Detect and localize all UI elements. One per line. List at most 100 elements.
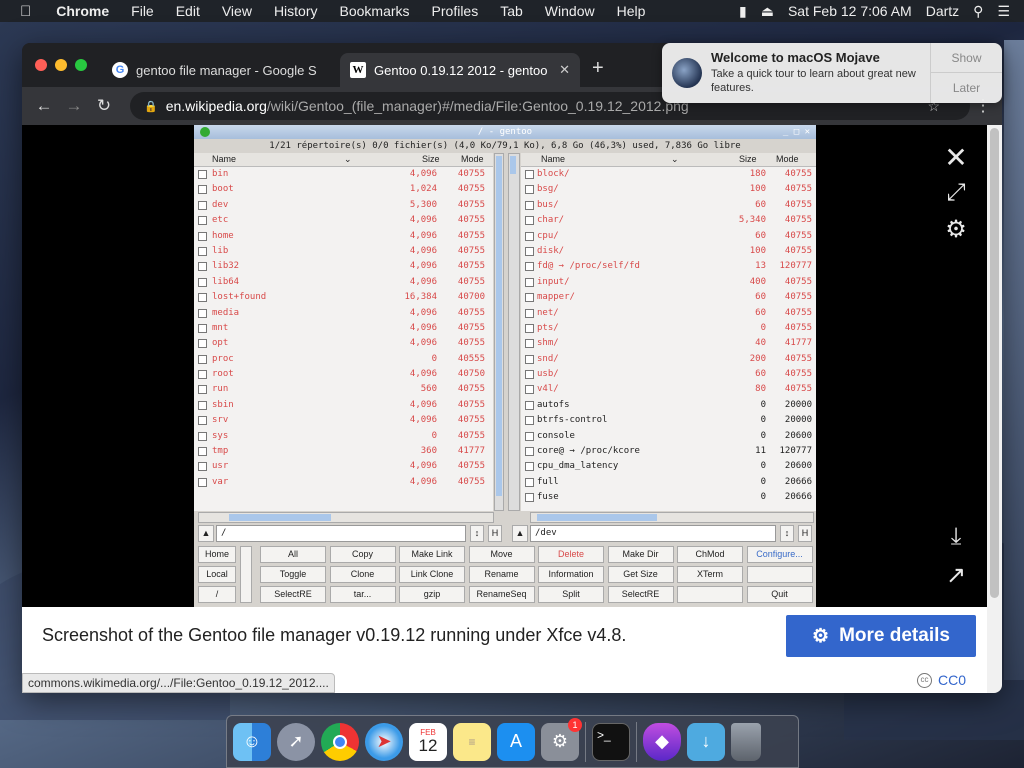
file-checkbox[interactable] — [525, 262, 534, 272]
file-checkbox[interactable] — [525, 293, 534, 303]
file-checkbox[interactable] — [198, 370, 207, 380]
gentoo-command-button[interactable]: RenameSeq — [468, 586, 535, 603]
reload-icon[interactable]: ↻ — [89, 96, 119, 116]
menubar-clock[interactable]: Sat Feb 12 7:06 AM — [788, 3, 912, 19]
gentoo-command-button[interactable]: XTerm — [677, 566, 743, 583]
file-checkbox[interactable] — [525, 493, 534, 503]
file-row[interactable]: cpu/60 40755 — [521, 229, 816, 244]
file-checkbox[interactable] — [198, 416, 207, 426]
file-row[interactable]: var 4,096 40755 — [194, 475, 493, 490]
left-vscrollbar[interactable] — [494, 153, 504, 511]
gentoo-command-button[interactable]: Quit — [746, 586, 813, 603]
gentoo-command-button[interactable]: Move — [468, 546, 535, 563]
app-store-icon[interactable]: A — [497, 722, 535, 761]
notification-center-icon[interactable]: ☰ — [997, 3, 1010, 20]
file-checkbox[interactable] — [198, 216, 207, 226]
file-row[interactable]: srv 4,096 40755 — [194, 413, 493, 428]
right-path-field[interactable]: /dev — [530, 525, 776, 542]
close-window-button[interactable] — [35, 59, 47, 71]
file-checkbox[interactable] — [198, 431, 207, 441]
file-checkbox[interactable] — [198, 246, 207, 256]
calendar-icon[interactable]: FEB 12 — [409, 722, 447, 761]
file-checkbox[interactable] — [198, 400, 207, 410]
file-checkbox[interactable] — [525, 370, 534, 380]
gentoo-command-button[interactable]: Delete — [538, 546, 604, 563]
file-checkbox[interactable] — [198, 262, 207, 272]
gentoo-command-button[interactable]: Copy — [329, 546, 396, 563]
file-checkbox[interactable] — [525, 477, 534, 487]
file-row[interactable]: v4l/80 40755 — [521, 382, 816, 397]
safari-icon[interactable]: ➤ — [365, 722, 403, 761]
file-row[interactable]: cpu_dma_latency 0 20600 — [521, 459, 816, 474]
file-row[interactable]: fuse 0 20666 — [521, 490, 816, 505]
file-row[interactable]: sys 0 40755 — [194, 429, 493, 444]
home-button[interactable]: Home — [198, 546, 236, 563]
download-icon[interactable]: ⤓ — [942, 523, 970, 551]
menu-history[interactable]: History — [263, 3, 329, 19]
file-checkbox[interactable] — [198, 477, 207, 487]
downloads-folder-icon[interactable]: ↓ — [687, 722, 725, 761]
file-row[interactable]: lib 4,096 40755 — [194, 244, 493, 259]
menu-file[interactable]: File — [120, 3, 165, 19]
file-row[interactable]: run 560 40755 — [194, 382, 493, 397]
gentoo-command-button[interactable]: All — [260, 546, 326, 563]
file-checkbox[interactable] — [198, 447, 207, 457]
file-row[interactable]: shm/40 41777 — [521, 336, 816, 351]
path-history-button[interactable]: ↕ — [470, 525, 484, 542]
file-checkbox[interactable] — [198, 170, 207, 179]
file-checkbox[interactable] — [525, 308, 534, 318]
gentoo-command-button[interactable]: Information — [538, 566, 604, 583]
root-button[interactable]: / — [198, 586, 236, 603]
gentoo-command-button[interactable]: gzip — [399, 586, 465, 603]
gentoo-command-button[interactable] — [677, 586, 743, 603]
file-checkbox[interactable] — [525, 447, 534, 457]
file-checkbox[interactable] — [525, 246, 534, 256]
chrome-icon[interactable] — [321, 722, 359, 761]
eject-icon[interactable]: ⏏ — [761, 3, 774, 20]
page-scrollbar[interactable] — [987, 125, 1002, 693]
back-arrow-icon[interactable]: ← — [29, 96, 59, 116]
hide-button[interactable]: H — [488, 525, 502, 542]
file-checkbox[interactable] — [525, 216, 534, 226]
file-row[interactable]: home 4,096 40755 — [194, 229, 493, 244]
file-checkbox[interactable] — [525, 462, 534, 472]
gentoo-command-button[interactable]: Make Link — [399, 546, 465, 563]
file-checkbox[interactable] — [525, 339, 534, 349]
file-checkbox[interactable] — [198, 339, 207, 349]
nav-scrollbar[interactable] — [240, 546, 252, 603]
file-checkbox[interactable] — [198, 462, 207, 472]
gentoo-command-button[interactable]: Split — [538, 586, 604, 603]
file-row[interactable]: bin 4,096 40755 — [194, 167, 493, 182]
gentoo-command-button[interactable]: Get Size — [607, 566, 674, 583]
gentoo-command-button[interactable]: Clone — [329, 566, 396, 583]
trash-icon[interactable] — [731, 722, 761, 761]
file-checkbox[interactable] — [525, 277, 534, 287]
file-row[interactable]: autofs 0 20000 — [521, 398, 816, 413]
file-checkbox[interactable] — [525, 400, 534, 410]
menu-help[interactable]: Help — [606, 3, 657, 19]
file-checkbox[interactable] — [525, 323, 534, 333]
file-row[interactable]: core@ → /proc/kcore 11 120777 — [521, 444, 816, 459]
file-checkbox[interactable] — [525, 170, 534, 179]
finder-icon[interactable]: ☺ — [233, 722, 271, 761]
menu-view[interactable]: View — [211, 3, 263, 19]
minimize-window-button[interactable] — [55, 59, 67, 71]
launchpad-icon[interactable]: ➚ — [277, 722, 315, 761]
notes-icon[interactable]: ≡ — [453, 722, 491, 761]
file-row[interactable]: lib32 4,096 40755 — [194, 259, 493, 274]
gentoo-command-button[interactable]: Toggle — [260, 566, 326, 583]
lock-icon[interactable]: 🔒 — [144, 100, 158, 113]
file-row[interactable]: dev 5,300 40755 — [194, 198, 493, 213]
close-viewer-icon[interactable]: ✕ — [942, 141, 970, 174]
gentoo-command-button[interactable]: Make Dir — [607, 546, 674, 563]
file-checkbox[interactable] — [198, 231, 207, 241]
macos-notification[interactable]: Welcome to macOS Mojave Take a quick tou… — [662, 43, 1002, 103]
terminal-icon[interactable]: >_ — [592, 722, 630, 761]
file-checkbox[interactable] — [198, 323, 207, 333]
menu-bookmarks[interactable]: Bookmarks — [329, 3, 421, 19]
file-row[interactable]: net/60 40755 — [521, 306, 816, 321]
file-row[interactable]: bsg/100 40755 — [521, 182, 816, 197]
gentoo-command-button[interactable]: tar... — [329, 586, 396, 603]
zoom-window-button[interactable] — [75, 59, 87, 71]
file-row[interactable]: mapper/60 40755 — [521, 290, 816, 305]
